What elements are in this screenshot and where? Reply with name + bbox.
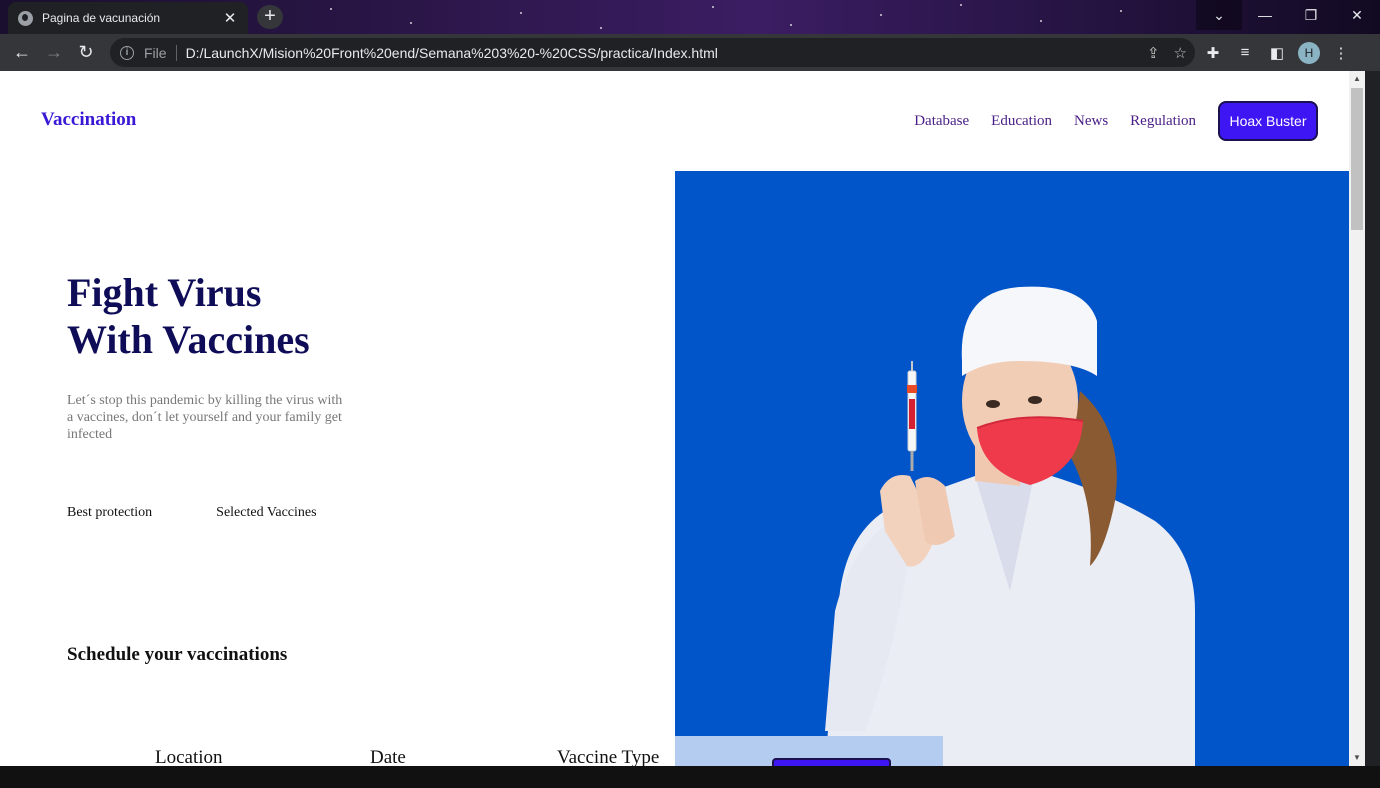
back-arrow-icon[interactable]: ← — [6, 37, 38, 69]
address-actions: ⇪ ☆ — [1147, 38, 1187, 67]
star-icon[interactable]: ☆ — [1174, 44, 1187, 62]
column-location: Location — [155, 747, 223, 766]
nav-link-news[interactable]: News — [1074, 113, 1108, 130]
page-viewport: Vaccination Database Education News Regu… — [0, 71, 1349, 766]
more-icon[interactable]: ⋮ — [1330, 42, 1352, 64]
active-tab[interactable]: Pagina de vacunación ✕ — [8, 2, 248, 34]
scroll-down-arrow-icon[interactable]: ▼ — [1349, 750, 1365, 766]
toolbar-actions: ✚ ≡ ◧ H ⋮ — [1202, 34, 1352, 71]
file-scheme-label: File — [144, 44, 167, 61]
nav-link-database[interactable]: Database — [914, 113, 969, 130]
close-window-button[interactable]: ✕ — [1334, 0, 1380, 30]
form-submit-button[interactable] — [772, 758, 891, 766]
hoax-buster-button[interactable]: Hoax Buster — [1218, 101, 1318, 141]
browser-toolbar: ← → ↻ i File D:/LaunchX/Mision%20Front%2… — [0, 34, 1380, 71]
hero-title-line1: Fight Virus — [67, 270, 262, 315]
tab-search-chevron-icon[interactable]: ⌄ — [1196, 0, 1242, 30]
address-divider — [175, 44, 177, 61]
hero-title-line2: With Vaccines — [67, 317, 310, 362]
extensions-icon[interactable]: ✚ — [1202, 42, 1224, 64]
sidepanel-icon[interactable]: ◧ — [1266, 42, 1288, 64]
reload-icon[interactable]: ↻ — [70, 37, 102, 69]
page-scrollbar[interactable]: ▲ ▼ — [1349, 71, 1365, 766]
scroll-thumb[interactable] — [1351, 88, 1363, 230]
hero-subtitle: Let´s stop this pandemic by killing the … — [67, 393, 343, 442]
restore-button[interactable]: ❐ — [1288, 0, 1334, 30]
hero-image-nurse-with-syringe — [675, 171, 1349, 766]
feature-selected-vaccines: Selected Vaccines — [216, 505, 317, 520]
minimize-button[interactable]: — — [1242, 0, 1288, 30]
close-tab-icon[interactable]: ✕ — [222, 9, 238, 27]
scroll-up-arrow-icon[interactable]: ▲ — [1349, 71, 1365, 87]
window-controls: ⌄ — ❐ ✕ — [1196, 0, 1380, 30]
tab-title: Pagina de vacunación — [42, 11, 161, 25]
site-logo[interactable]: Vaccination — [41, 109, 136, 131]
media-icon[interactable]: ≡ — [1234, 42, 1256, 64]
url-text[interactable]: D:/LaunchX/Mision%20Front%20end/Semana%2… — [186, 45, 718, 61]
schedule-title: Schedule your vaccinations — [67, 644, 288, 665]
address-bar[interactable]: i File D:/LaunchX/Mision%20Front%20end/S… — [110, 38, 1195, 67]
nav-link-regulation[interactable]: Regulation — [1130, 113, 1196, 130]
column-vaccine-type: Vaccine Type — [557, 747, 660, 766]
window-edge — [1365, 71, 1380, 766]
column-date: Date — [370, 747, 406, 766]
nurse-illustration — [825, 286, 1195, 766]
feature-best-protection: Best protection — [67, 505, 153, 520]
share-icon[interactable]: ⇪ — [1147, 44, 1160, 62]
info-icon[interactable]: i — [120, 45, 134, 60]
profile-avatar[interactable]: H — [1298, 41, 1320, 64]
main-nav: Database Education News Regulation Hoax … — [914, 101, 1318, 141]
forward-arrow-icon[interactable]: → — [38, 37, 70, 69]
hero-title: Fight Virus With Vaccines — [67, 269, 387, 363]
feature-list: Best protection Selected Vaccines — [67, 505, 317, 521]
taskbar-strip — [0, 766, 1380, 788]
nav-link-education[interactable]: Education — [991, 113, 1052, 130]
globe-icon — [18, 10, 33, 26]
browser-tab-bar: Pagina de vacunación ✕ + ⌄ — ❐ ✕ — [0, 0, 1380, 34]
new-tab-button[interactable]: + — [257, 5, 283, 29]
